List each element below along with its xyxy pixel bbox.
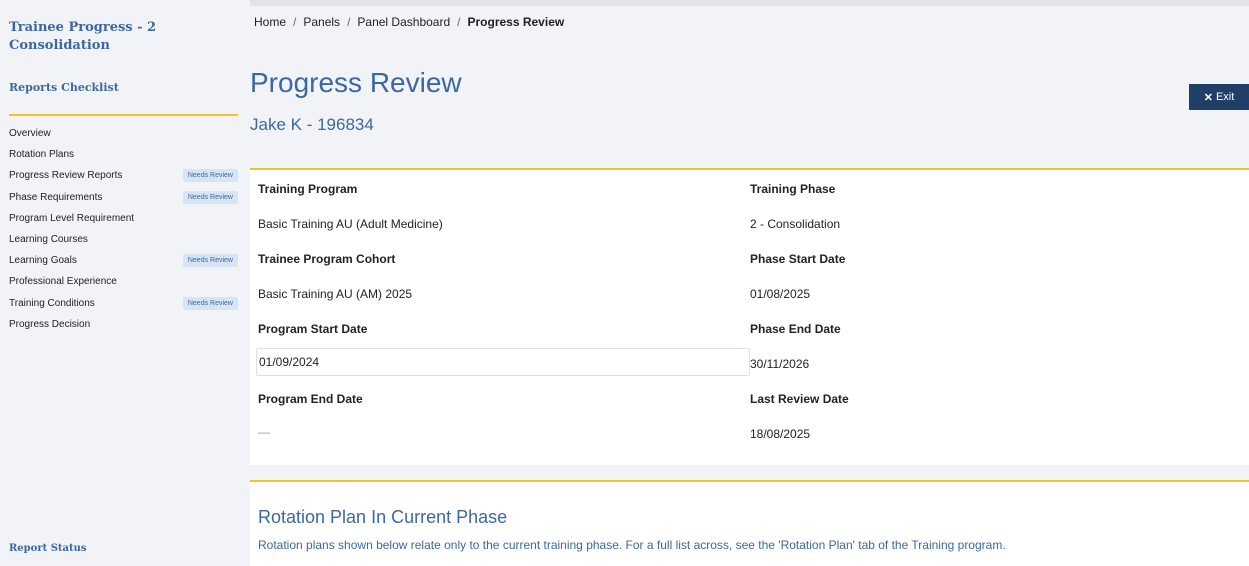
last-review-value: 18/08/2025 (750, 427, 811, 441)
program-end-label: Program End Date (258, 392, 363, 406)
rotation-plan-heading: Rotation Plan In Current Phase (258, 507, 508, 527)
trainee-name: Jake K - 196834 (250, 115, 374, 134)
sidebar-item-label: Overview (9, 128, 51, 140)
report-status-heading: Report Status (9, 543, 87, 554)
sidebar-item-label: Learning Courses (9, 234, 88, 246)
sidebar-item-label: Learning Goals (9, 255, 77, 267)
breadcrumb-home[interactable]: Home (254, 15, 286, 29)
exit-button[interactable]: ✕ Exit (1189, 84, 1249, 110)
sidebar-title: Trainee Progress - 2 Consolidation (9, 20, 157, 53)
program-end-value: — (258, 425, 270, 439)
breadcrumb-panels[interactable]: Panels (303, 15, 340, 29)
breadcrumb-separator: / (347, 15, 351, 29)
needs-review-badge: Needs Review (182, 169, 238, 183)
last-review-label: Last Review Date (750, 392, 849, 406)
phase-end-value: 30/11/2026 (750, 357, 810, 371)
sidebar-item-program-level-requirement[interactable]: Program Level Requirement (9, 208, 238, 229)
rotation-plan-description: Rotation plans shown below relate only t… (258, 538, 1006, 552)
sidebar-item-label: Training Conditions (9, 297, 95, 309)
sidebar-item-phase-requirements[interactable]: Phase Requirements Needs Review (9, 187, 238, 208)
sidebar-item-label: Rotation Plans (9, 149, 75, 161)
breadcrumb-separator: / (293, 15, 297, 29)
breadcrumb-panel-dashboard[interactable]: Panel Dashboard (357, 15, 450, 29)
sidebar: Trainee Progress - 2 Consolidation Repor… (0, 0, 250, 566)
page-header: Home / Panels / Panel Dashboard / Progress Rev… (250, 0, 1249, 168)
close-icon: ✕ (1203, 91, 1213, 104)
sidebar-item-professional-experience[interactable]: Professional Experience (9, 271, 238, 292)
program-start-label: Program Start Date (258, 322, 368, 336)
sidebar-item-label: Professional Experience (9, 276, 117, 288)
phase-end-label: Phase End Date (750, 322, 841, 336)
sidebar-item-overview[interactable]: Overview (9, 123, 238, 144)
phase-start-label: Phase Start Date (750, 252, 846, 266)
phase-start-value: 01/08/2025 (750, 287, 811, 301)
program-start-date-field[interactable]: 01/09/2024 (256, 348, 750, 376)
sidebar-item-label: Progress Decision (9, 318, 91, 330)
sidebar-item-rotation-plans[interactable]: Rotation Plans (9, 144, 238, 165)
training-program-label: Training Program (258, 182, 358, 196)
exit-label: Exit (1215, 91, 1235, 103)
sidebar-divider (9, 114, 238, 116)
breadcrumb-separator: / (457, 15, 461, 29)
training-program-value: Basic Training AU (Adult Medicine) (258, 217, 443, 231)
sidebar-item-learning-courses[interactable]: Learning Courses (9, 229, 238, 250)
page-title: Progress Review (250, 67, 462, 98)
needs-review-badge: Needs Review (182, 190, 238, 204)
section-spacer (250, 465, 1249, 480)
cohort-value: Basic Training AU (AM) 2025 (258, 287, 413, 301)
needs-review-badge: Needs Review (182, 296, 238, 310)
breadcrumb: Home / Panels / Panel Dashboard / Progress Rev… (254, 15, 564, 29)
reports-checklist: Overview Rotation Plans Progress Review … (9, 123, 238, 335)
sidebar-item-progress-decision[interactable]: Progress Decision (9, 314, 238, 335)
sidebar-item-label: Progress Review Reports (9, 170, 123, 182)
sidebar-item-progress-review-reports[interactable]: Progress Review Reports Needs Review (9, 165, 238, 186)
sidebar-item-label: Phase Requirements (9, 191, 103, 203)
trainee-details-panel: Training Program Basic Training AU (Adul… (250, 170, 1249, 465)
sidebar-item-label: Program Level Requirement (9, 212, 135, 224)
breadcrumb-current: Progress Review (467, 15, 565, 29)
training-phase-label: Training Phase (750, 182, 836, 196)
training-phase-value: 2 - Consolidation (750, 217, 841, 231)
sidebar-item-training-conditions[interactable]: Training Conditions Needs Review (9, 293, 238, 314)
cohort-label: Trainee Program Cohort (258, 252, 396, 266)
section-divider (250, 480, 1249, 482)
needs-review-badge: Needs Review (182, 254, 238, 268)
reports-checklist-heading: Reports Checklist (9, 81, 119, 94)
sidebar-item-learning-goals[interactable]: Learning Goals Needs Review (9, 250, 238, 271)
